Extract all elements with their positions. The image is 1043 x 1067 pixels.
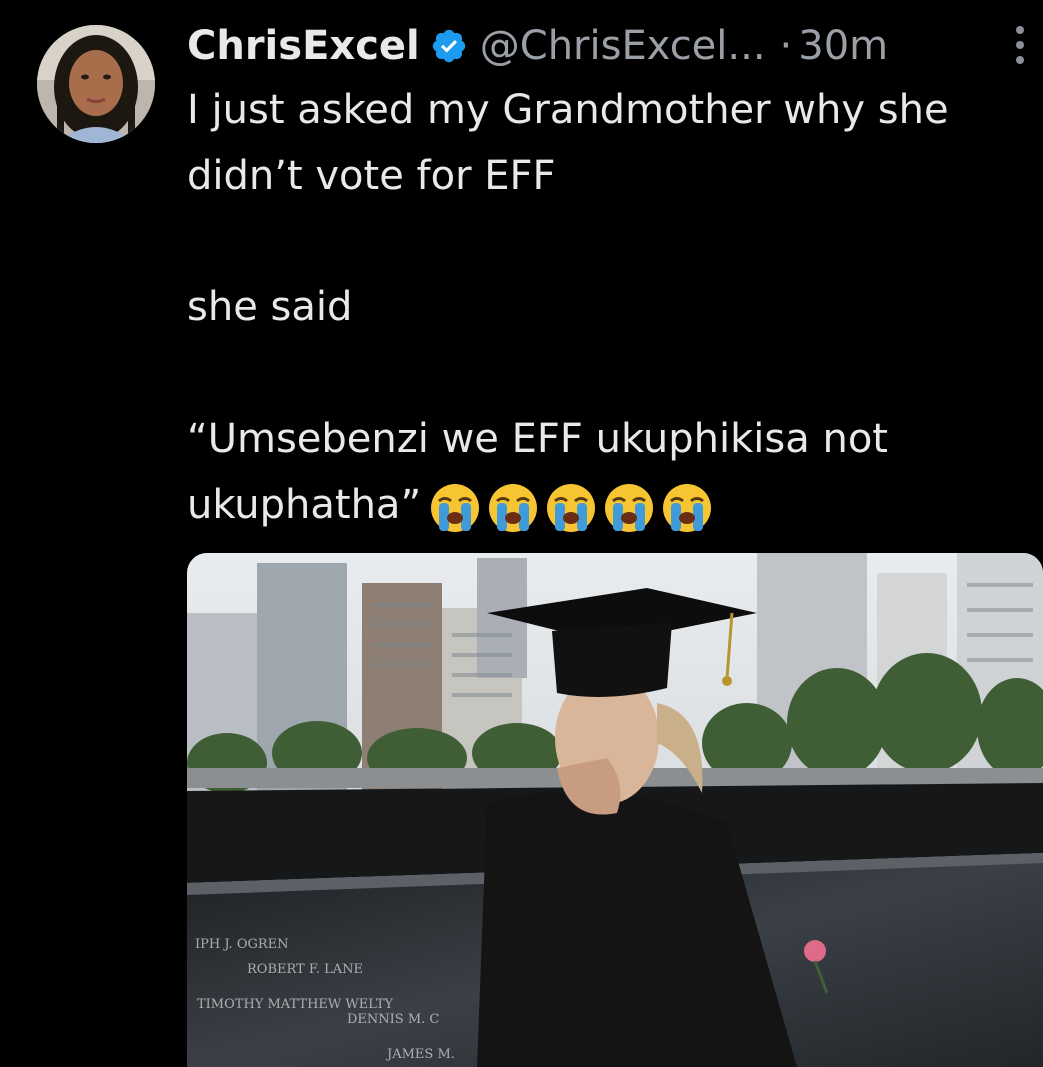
tweet-image[interactable]: IPH J. OGREN ROBERT F. LANE TIMOTHY MATT… <box>187 553 1043 1067</box>
engraved-name: TIMOTHY MATTHEW WELTY <box>197 997 393 1012</box>
avatar[interactable] <box>37 25 155 143</box>
engraved-name: JAMES M. <box>385 1047 455 1062</box>
engraved-name: DENNIS M. C <box>347 1012 439 1027</box>
tweet-text-line: ukuphatha” <box>187 482 422 528</box>
more-options-icon[interactable] <box>1007 26 1033 76</box>
handle[interactable]: @ChrisExcel... <box>480 23 766 69</box>
memorial-photo: IPH J. OGREN ROBERT F. LANE TIMOTHY MATT… <box>187 553 1043 1067</box>
tweet-text-last-line: ukuphatha” <box>187 475 717 535</box>
crying-face-emoji-icon <box>485 479 541 535</box>
crying-face-emoji-icon <box>427 479 483 535</box>
tweet-text-line: I just asked my Grandmother why she <box>187 87 949 133</box>
engraved-name: IPH J. OGREN <box>195 937 289 952</box>
tweet-text-line: “Umsebenzi we EFF ukuphikisa not <box>187 416 888 462</box>
separator-dot: · <box>779 23 793 69</box>
timestamp[interactable]: 30m <box>798 23 888 69</box>
tweet-text-line: she said <box>187 284 353 330</box>
verified-badge-icon <box>430 27 468 65</box>
crying-face-emoji-icon <box>659 479 715 535</box>
tweet-header: ChrisExcel @ChrisExcel... · 30m <box>187 18 888 74</box>
engraved-name: ROBERT F. LANE <box>247 962 363 977</box>
tweet[interactable]: ChrisExcel @ChrisExcel... · 30m I just a… <box>0 0 1043 1067</box>
display-name[interactable]: ChrisExcel <box>187 23 420 69</box>
crying-face-emoji-icon <box>601 479 657 535</box>
emoji-row <box>427 479 717 535</box>
crying-face-emoji-icon <box>543 479 599 535</box>
tweet-text-line: didn’t vote for EFF <box>187 153 556 199</box>
